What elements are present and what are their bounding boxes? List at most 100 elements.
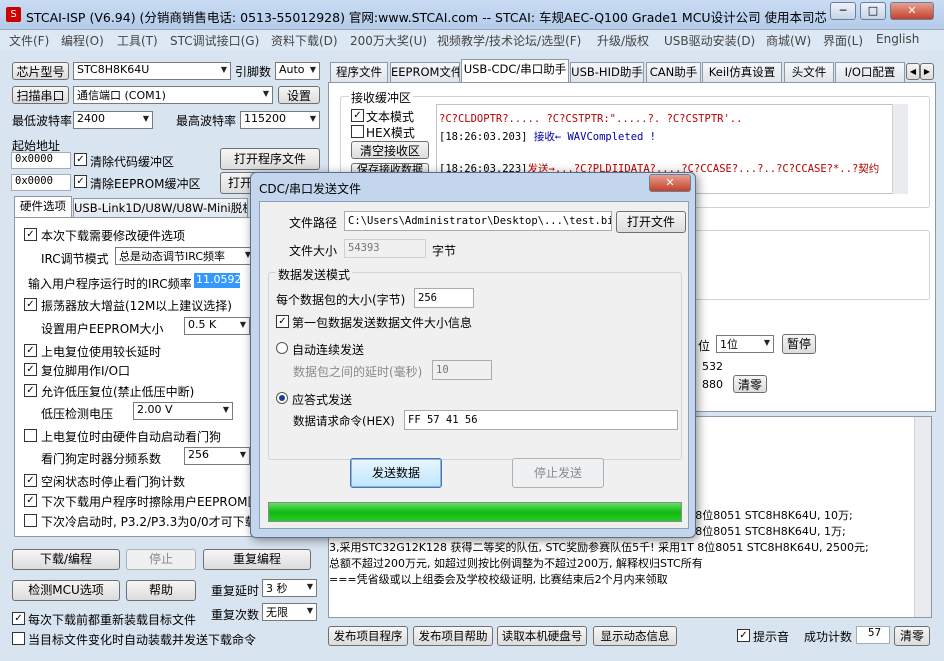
auto-load-checkbox[interactable] [12,632,25,645]
menu-debug[interactable]: STC调试接口(G) [170,32,259,49]
irc-mode-select[interactable]: 总是动态调节IRC频率 [115,247,255,265]
packet-interval-field[interactable]: 10 [432,360,492,380]
dialog-close-button[interactable]: ✕ [649,174,691,192]
cold-start-label: 下次冷启动时, P3.2/P3.3为0/0才可下载 [41,515,251,529]
code-address-field[interactable]: 0x0000 [11,152,71,169]
repeat-program-button[interactable]: 重复编程 [203,549,311,570]
menu-english[interactable]: English [876,32,919,46]
info-line: 总额不超过200万元, 如超过则按比例调整为不超过200万, 解释权归STC所有 [329,557,703,570]
menu-download[interactable]: 资料下载(D) [271,32,338,49]
close-button[interactable]: ✕ [890,2,934,20]
idle-stop-watchdog-checkbox[interactable]: ✓ [24,474,37,487]
tab-can[interactable]: CAN助手 [646,62,701,82]
packet-size-field[interactable]: 256 [414,288,474,308]
menu-interface[interactable]: 界面(L) [823,32,863,49]
max-baud-label: 最高波特率 [176,114,237,128]
repeat-count-select[interactable]: 无限 [262,603,317,621]
irc-freq-field[interactable]: 11.0592 [194,273,242,288]
reload-before-download-checkbox[interactable]: ✓ [12,612,25,625]
dynamic-info-button[interactable]: 显示动态信息 [593,626,677,646]
clear-eeprom-label: 清除EEPROM缓冲区 [90,177,201,191]
pin-count-select[interactable]: Auto [275,62,320,80]
menu-file[interactable]: 文件(F) [9,32,49,49]
tab-program-file[interactable]: 程序文件 [330,62,388,82]
tab-keil[interactable]: Keil仿真设置 [702,62,782,82]
info-line: 1T 8位8051 STC8H8K64U, 1万; [678,525,846,538]
auto-send-radio[interactable] [276,342,288,354]
help-button[interactable]: 帮助 [126,580,196,601]
tab-scroll-right[interactable]: ▶ [920,63,934,80]
check-mcu-button[interactable]: 检测MCU选项 [12,580,120,601]
menu-program[interactable]: 编程(O) [61,32,104,49]
chip-model-button[interactable]: 芯片型号 [12,62,69,80]
tab-io-config[interactable]: I/O口配置 [835,62,905,82]
read-disk-sn-button[interactable]: 读取本机硬盘号 [497,626,587,646]
request-cmd-field[interactable]: FF 57 41 56 [404,410,678,430]
erase-eeprom-checkbox[interactable]: ✓ [24,494,37,507]
file-path-label: 文件路径 [289,216,338,230]
reply-send-radio[interactable] [276,392,288,404]
eeprom-size-select[interactable]: 0.5 K [184,317,250,335]
hex-mode-checkbox[interactable] [351,125,364,138]
receive-scrollbar[interactable] [892,104,908,194]
title-bar: S STCAI-ISP (V6.94) (分销商销售电话: 0513-55012… [0,0,944,30]
menu-prize[interactable]: 200万大奖(U) [350,32,427,49]
menu-tools[interactable]: 工具(T) [117,32,158,49]
info-scrollbar[interactable] [914,417,931,617]
stop-send-button[interactable]: 停止发送 [512,458,604,488]
repeat-delay-select[interactable]: 3 秒 [262,579,317,597]
modify-options-checkbox[interactable]: ✓ [24,228,37,241]
long-reset-delay-checkbox[interactable]: ✓ [24,344,37,357]
stop-button[interactable]: 停止 [126,549,196,570]
menu-shop[interactable]: 商城(W) [766,32,811,49]
tab-usb-hid[interactable]: USB-HID助手 [570,62,644,82]
file-path-field[interactable]: C:\Users\Administrator\Desktop\...\test.… [344,211,612,231]
port-settings-button[interactable]: 设置 [278,86,320,104]
tab-usb-cdc[interactable]: USB-CDC/串口助手 [461,59,569,82]
min-baud-select[interactable]: 2400 [73,111,153,129]
menu-video[interactable]: 视频教学/技术论坛/选型(F) [437,32,581,49]
clear-code-checkbox[interactable]: ✓ [74,153,87,166]
max-baud-select[interactable]: 115200 [240,111,320,129]
auto-watchdog-checkbox[interactable] [24,429,37,442]
eeprom-address-field[interactable]: 0x0000 [11,174,71,191]
menu-upgrade[interactable]: 升级/版权 [597,32,649,49]
download-program-button[interactable]: 下载/编程 [12,549,120,570]
min-baud-label: 最低波特率 [12,114,73,128]
low-voltage-select[interactable]: 2.00 V [133,402,233,420]
osc-gain-checkbox[interactable]: ✓ [24,298,37,311]
chip-model-select[interactable]: STC8H8K64U [73,62,231,80]
cold-start-checkbox[interactable] [24,514,37,527]
port-select[interactable]: 通信端口 (COM1) [73,86,273,104]
tab-scroll-left[interactable]: ◀ [906,63,920,80]
pause-button[interactable]: 暂停 [782,334,816,354]
first-packet-checkbox[interactable]: ✓ [276,315,289,328]
text-mode-checkbox[interactable]: ✓ [351,109,364,122]
tab-eeprom-file[interactable]: EEPROM文件 [390,62,460,82]
info-line: 1T 8位8051 STC8H8K64U, 10万; [678,509,853,522]
open-program-button[interactable]: 打开程序文件 [220,148,320,170]
success-count-label: 成功计数 [804,630,853,644]
publish-help-button[interactable]: 发布项目帮助 [413,626,493,646]
tab-usb-link[interactable]: USB-Link1D/U8W/U8W-Mini脱机 [73,198,248,218]
publish-program-button[interactable]: 发布项目程序 [328,626,408,646]
tab-hardware-options[interactable]: 硬件选项 [14,196,72,217]
scan-port-button[interactable]: 扫描串口 [12,86,69,104]
clear-success-button[interactable]: 清零 [894,626,930,646]
stop-bit-select[interactable]: 1位 [716,335,774,353]
request-cmd-label: 数据请求命令(HEX) [293,414,395,428]
send-data-button[interactable]: 发送数据 [350,458,442,488]
irc-mode-label: IRC调节模式 [41,252,109,266]
clear-count-button[interactable]: 清零 [733,375,767,393]
reset-pin-io-checkbox[interactable]: ✓ [24,363,37,376]
sound-checkbox[interactable]: ✓ [737,629,750,642]
watchdog-divider-select[interactable]: 256 [184,447,250,465]
menu-usb-driver[interactable]: USB驱动安装(D) [664,32,755,49]
minimize-button[interactable]: ─ [830,2,856,20]
open-file-button[interactable]: 打开文件 [616,211,686,233]
tab-header-file[interactable]: 头文件 [784,62,834,82]
clear-eeprom-checkbox[interactable]: ✓ [74,175,87,188]
clear-receive-button[interactable]: 清空接收区 [351,141,429,159]
maximize-button[interactable]: □ [860,2,886,20]
low-voltage-reset-checkbox[interactable]: ✓ [24,384,37,397]
